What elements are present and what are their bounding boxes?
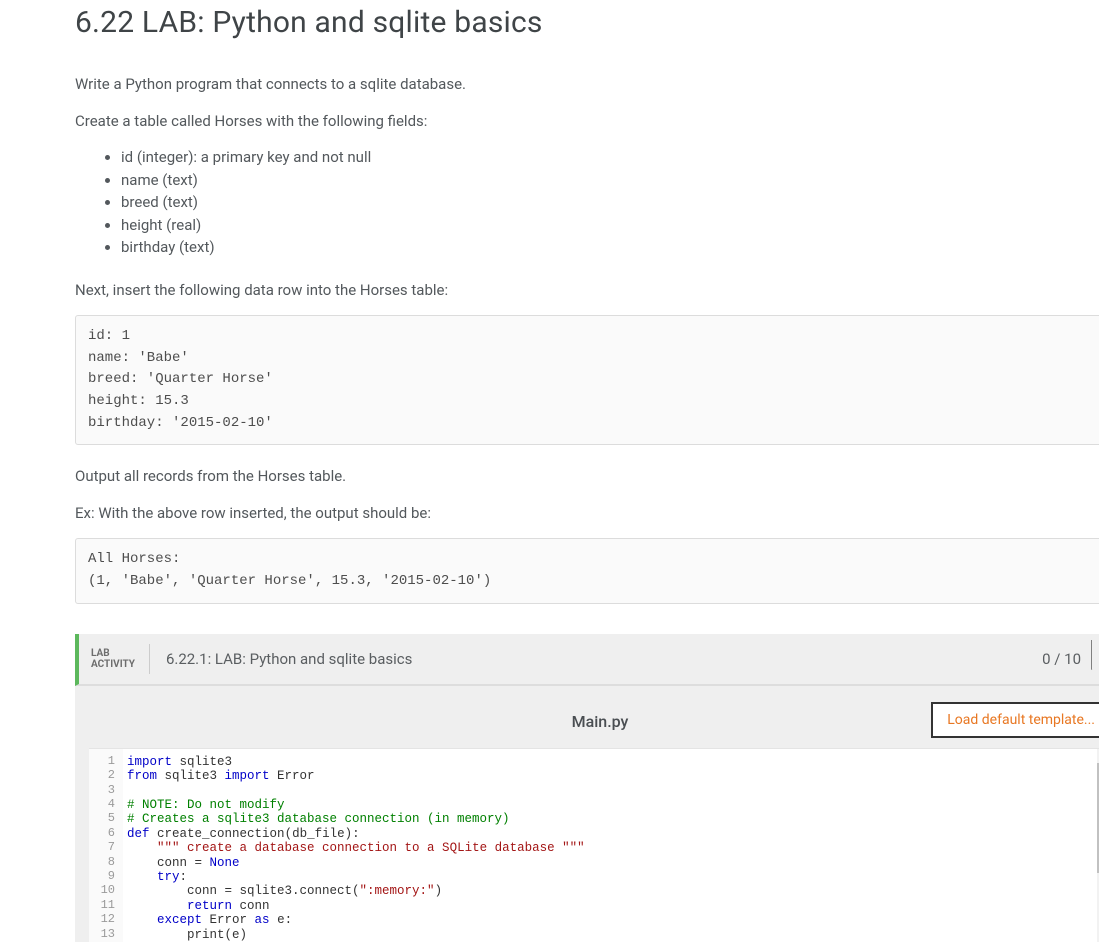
editor-filename: Main.py [572,710,629,734]
code-editor[interactable]: 12345678910111213 import sqlite3from sql… [89,748,1099,942]
load-default-template-button[interactable]: Load default template... [931,702,1099,738]
line-number-gutter: 12345678910111213 [89,749,123,942]
output-text: Output all records from the Horses table… [75,465,1099,488]
list-item: id (integer): a primary key and not null [121,146,1099,169]
list-item: name (text) [121,169,1099,192]
field-list: id (integer): a primary key and not null… [121,146,1099,259]
insert-text: Next, insert the following data row into… [75,279,1099,302]
insert-data-block: id: 1 name: 'Babe' breed: 'Quarter Horse… [75,315,1099,445]
create-table-text: Create a table called Horses with the fo… [75,110,1099,133]
lab-activity-label: LAB ACTIVITY [79,644,150,674]
lab-activity-name: 6.22.1: LAB: Python and sqlite basics [150,648,1042,671]
lab-score: 0 / 10 [1042,648,1091,671]
example-text: Ex: With the above row inserted, the out… [75,502,1099,525]
lab-activity-bar: LAB ACTIVITY 6.22.1: LAB: Python and sql… [75,634,1099,686]
intro-text: Write a Python program that connects to … [75,73,1099,96]
code-lines[interactable]: import sqlite3from sqlite3 import Error#… [123,749,1099,942]
editor-region: Main.py Load default template... 1234567… [75,686,1099,942]
list-item: height (real) [121,214,1099,237]
list-item: breed (text) [121,191,1099,214]
expected-output-block: All Horses: (1, 'Babe', 'Quarter Horse',… [75,538,1099,603]
lab-title: 6.22 LAB: Python and sqlite basics [75,0,1099,45]
list-item: birthday (text) [121,236,1099,259]
bookmark-icon[interactable] [1091,640,1099,670]
